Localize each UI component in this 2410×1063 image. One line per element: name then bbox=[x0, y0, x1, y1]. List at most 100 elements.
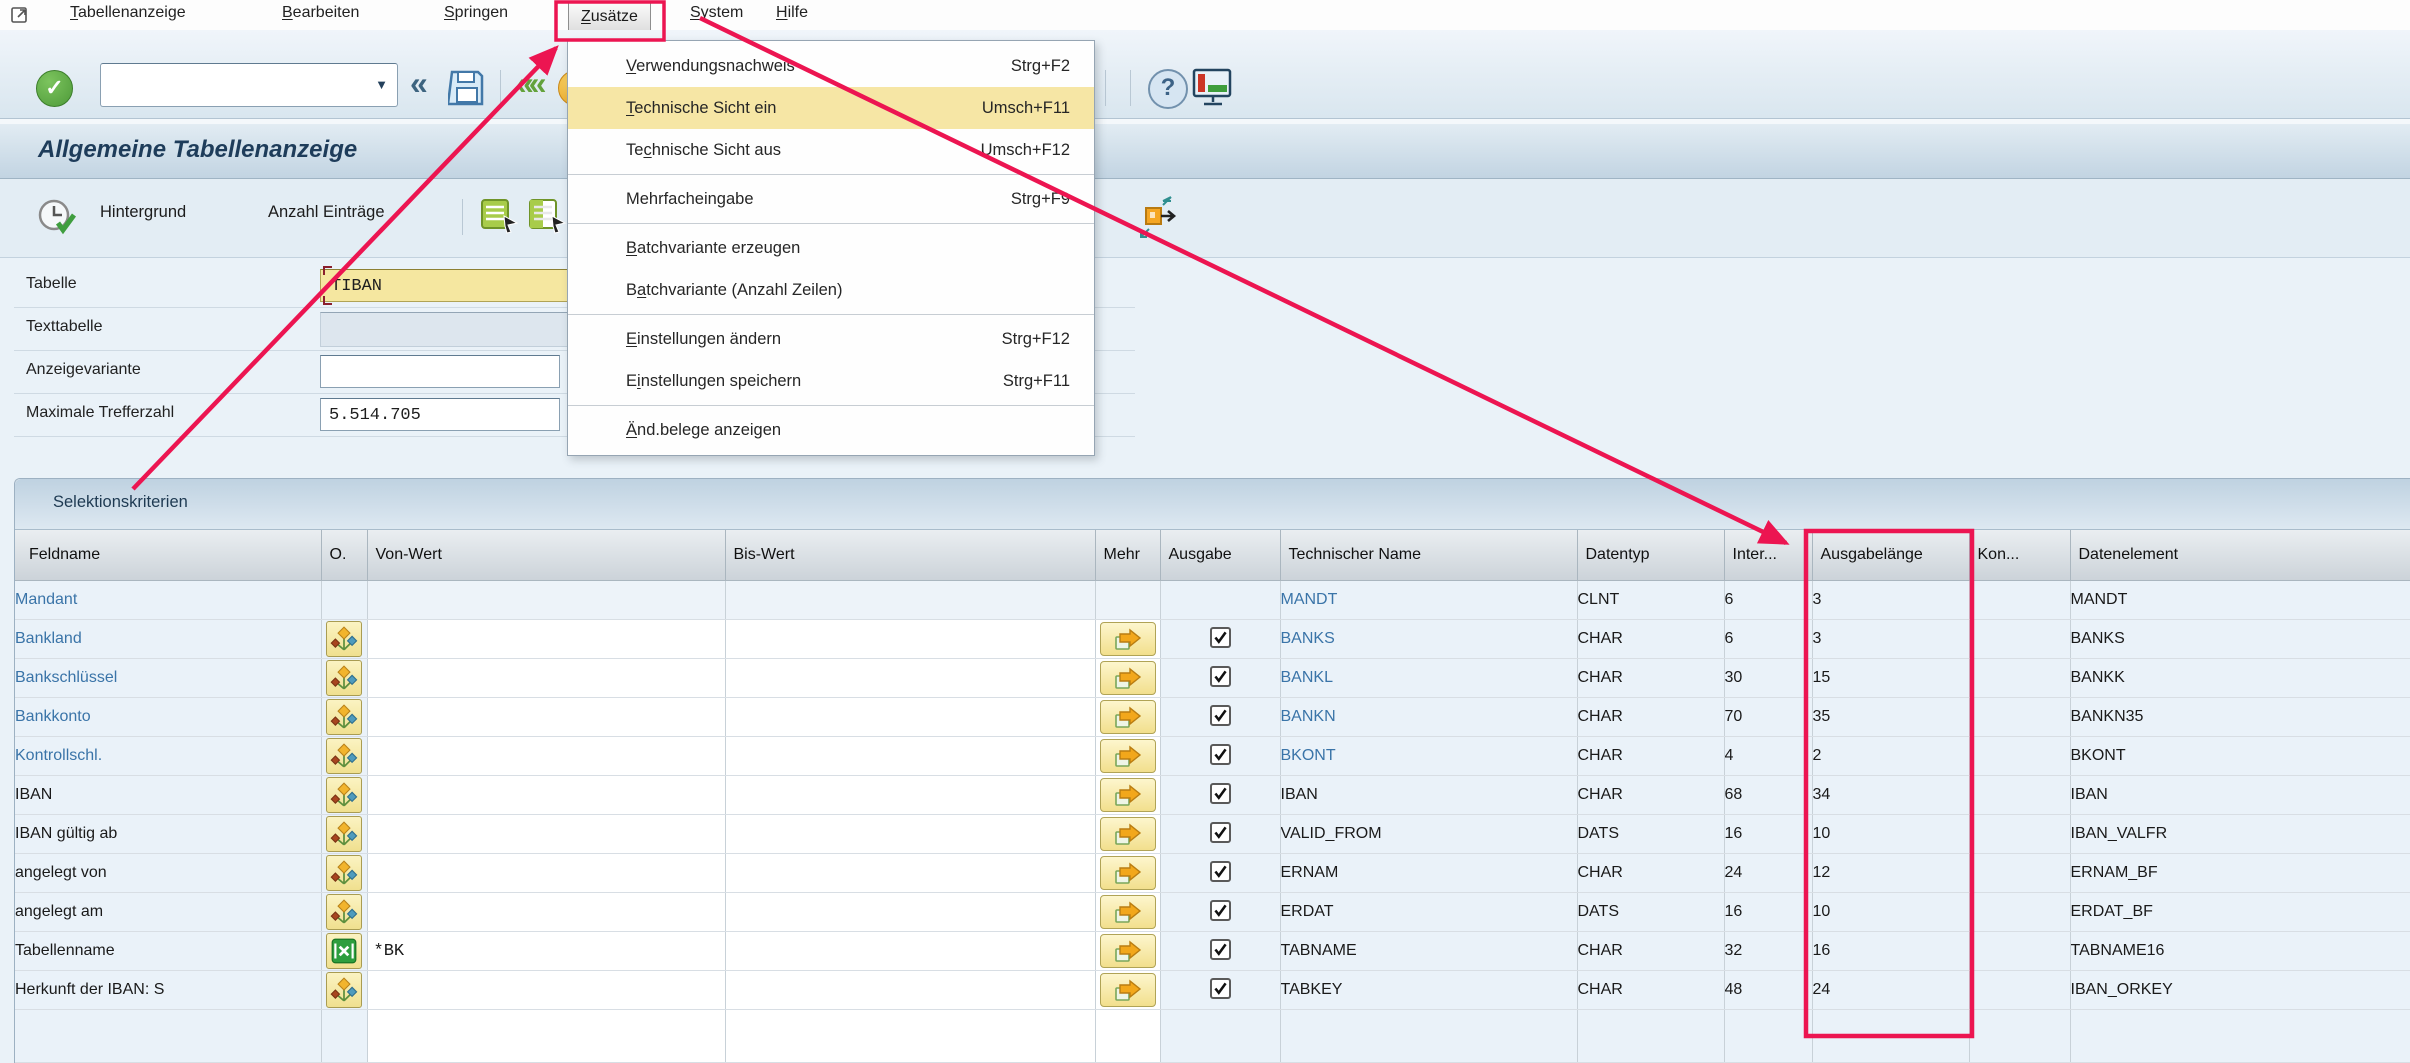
col-datentyp[interactable]: Datentyp bbox=[1577, 530, 1724, 581]
chevron-down-icon[interactable]: ▼ bbox=[375, 77, 388, 92]
bis-wert-cell[interactable] bbox=[725, 893, 1095, 932]
menu-item-batchvariante-anzahl-zeilen[interactable]: Batchvariante (Anzahl Zeilen) bbox=[568, 269, 1094, 311]
col-bis-wert[interactable]: Bis-Wert bbox=[725, 530, 1095, 581]
bis-wert-cell[interactable] bbox=[725, 932, 1095, 971]
ausgabe-checkbox[interactable] bbox=[1210, 822, 1231, 843]
ausgabe-checkbox[interactable] bbox=[1210, 861, 1231, 882]
menu-item-mehrfacheingabe[interactable]: MehrfacheingabeStrg+F9 bbox=[568, 178, 1094, 220]
menu-zusaetze[interactable]: Zusätze bbox=[568, 1, 651, 33]
menu-system[interactable]: System bbox=[690, 4, 743, 22]
menu-item-batchvariante-erzeugen[interactable]: Batchvariante erzeugen bbox=[568, 227, 1094, 269]
table-list-alt-icon[interactable] bbox=[528, 197, 568, 240]
col-interne-laenge[interactable]: Inter... bbox=[1724, 530, 1812, 581]
menu-bearbeiten[interactable]: Bearbeiten bbox=[282, 4, 359, 22]
mehr-button[interactable] bbox=[1100, 739, 1156, 773]
bis-wert-cell[interactable] bbox=[725, 698, 1095, 737]
selection-options-icon[interactable] bbox=[326, 660, 362, 696]
col-technischer-name[interactable]: Technischer Name bbox=[1280, 530, 1577, 581]
selection-options-icon[interactable] bbox=[326, 621, 362, 657]
technischer-name[interactable]: BANKL bbox=[1281, 669, 1333, 686]
col-konvertierung[interactable]: Kon... bbox=[1969, 530, 2070, 581]
anzeigevariante-field[interactable] bbox=[320, 355, 560, 388]
mehr-button[interactable] bbox=[1100, 700, 1156, 734]
menu-item-einstellungen-aendern[interactable]: Einstellungen ändernStrg+F12 bbox=[568, 318, 1094, 360]
anzahl-eintraege-button[interactable]: Anzahl Einträge bbox=[268, 203, 385, 222]
ausgabe-checkbox[interactable] bbox=[1210, 783, 1231, 804]
double-back-icon[interactable]: «« bbox=[516, 66, 542, 100]
menu-item-aend-belege-anzeigen[interactable]: Änd.belege anzeigen bbox=[568, 409, 1094, 451]
bis-wert-cell[interactable] bbox=[725, 620, 1095, 659]
tabelle-field[interactable]: TIBAN bbox=[320, 269, 573, 302]
mehr-button[interactable] bbox=[1100, 934, 1156, 968]
ausgabe-checkbox[interactable] bbox=[1210, 978, 1231, 999]
menu-item-technische-sicht-ein[interactable]: Technische Sicht einUmsch+F11 bbox=[568, 87, 1094, 129]
ausgabe-checkbox[interactable] bbox=[1210, 900, 1231, 921]
selection-options-icon[interactable] bbox=[326, 972, 362, 1008]
menu-tabellenanzeige[interactable]: Tabellenanzeige bbox=[70, 4, 186, 22]
mehr-button[interactable] bbox=[1100, 895, 1156, 929]
selection-options-icon[interactable] bbox=[326, 777, 362, 813]
col-mehr[interactable]: Mehr bbox=[1095, 530, 1160, 581]
mehr-button[interactable] bbox=[1100, 778, 1156, 812]
technischer-name[interactable]: MANDT bbox=[1281, 591, 1338, 608]
ausgabe-checkbox[interactable] bbox=[1210, 705, 1231, 726]
ausgabe-checkbox[interactable] bbox=[1210, 666, 1231, 687]
menu-item-einstellungen-speichern[interactable]: Einstellungen speichernStrg+F11 bbox=[568, 360, 1094, 402]
table-list-icon[interactable] bbox=[480, 197, 520, 240]
mehr-button[interactable] bbox=[1100, 856, 1156, 890]
bis-wert-cell[interactable] bbox=[725, 815, 1095, 854]
expand-icon[interactable] bbox=[1133, 195, 1179, 244]
technischer-name[interactable]: BANKN bbox=[1281, 708, 1336, 725]
new-session-monitor-icon[interactable] bbox=[1192, 68, 1234, 113]
feldname-label[interactable]: Kontrollschl. bbox=[15, 747, 102, 764]
selection-options-icon[interactable] bbox=[326, 855, 362, 891]
col-ausgabelaenge[interactable]: Ausgabelänge bbox=[1812, 530, 1969, 581]
exclude-option-icon[interactable] bbox=[326, 933, 362, 969]
feldname-label[interactable]: Bankkonto bbox=[15, 708, 91, 725]
selection-options-icon[interactable] bbox=[326, 738, 362, 774]
datentyp-value: CHAR bbox=[1577, 776, 1724, 815]
bis-wert-cell[interactable] bbox=[725, 659, 1095, 698]
col-option[interactable]: O. bbox=[321, 530, 367, 581]
interne-laenge-value: 6 bbox=[1724, 620, 1812, 659]
selection-options-icon[interactable] bbox=[326, 699, 362, 735]
mehr-button[interactable] bbox=[1100, 622, 1156, 656]
mehr-button[interactable] bbox=[1100, 661, 1156, 695]
hintergrund-button[interactable]: Hintergrund bbox=[100, 203, 186, 222]
menu-springen[interactable]: Springen bbox=[444, 4, 508, 22]
bis-wert-cell[interactable] bbox=[725, 581, 1095, 620]
ausgabelaenge-value: 16 bbox=[1812, 932, 1969, 971]
max-trefferzahl-field[interactable]: 5.514.705 bbox=[320, 398, 560, 431]
menu-item-verwendungsnachweis[interactable]: VerwendungsnachweisStrg+F2 bbox=[568, 45, 1094, 87]
feldname-label[interactable]: Bankschlüssel bbox=[15, 669, 117, 686]
help-icon[interactable]: ? bbox=[1148, 69, 1188, 109]
command-input[interactable] bbox=[105, 66, 367, 102]
bis-wert-cell[interactable] bbox=[725, 971, 1095, 1010]
technischer-name[interactable]: BANKS bbox=[1281, 630, 1335, 647]
page-title: Allgemeine Tabellenanzeige bbox=[38, 136, 357, 164]
menu-item-technische-sicht-aus[interactable]: Technische Sicht ausUmsch+F12 bbox=[568, 129, 1094, 171]
enter-check-icon[interactable]: ✓ bbox=[36, 70, 73, 107]
feldname-label[interactable]: Bankland bbox=[15, 630, 82, 647]
ausgabe-checkbox[interactable] bbox=[1210, 744, 1231, 765]
selection-options-icon[interactable] bbox=[326, 894, 362, 930]
technischer-name[interactable]: BKONT bbox=[1281, 747, 1336, 764]
feldname-label[interactable]: Mandant bbox=[15, 591, 77, 608]
col-feldname[interactable]: Feldname bbox=[15, 530, 321, 581]
save-icon[interactable] bbox=[448, 68, 486, 113]
col-von-wert[interactable]: Von-Wert bbox=[367, 530, 725, 581]
execute-clock-icon[interactable] bbox=[36, 197, 78, 244]
col-datenelement[interactable]: Datenelement bbox=[2070, 530, 2410, 581]
col-ausgabe[interactable]: Ausgabe bbox=[1160, 530, 1280, 581]
ausgabe-checkbox[interactable] bbox=[1210, 627, 1231, 648]
command-field[interactable]: ▼ bbox=[100, 63, 398, 107]
bis-wert-cell[interactable] bbox=[725, 776, 1095, 815]
menu-hilfe[interactable]: Hilfe bbox=[776, 4, 808, 22]
bis-wert-cell[interactable] bbox=[725, 854, 1095, 893]
mehr-button[interactable] bbox=[1100, 817, 1156, 851]
back-icon[interactable]: « bbox=[410, 66, 428, 100]
mehr-button[interactable] bbox=[1100, 973, 1156, 1007]
selection-options-icon[interactable] bbox=[326, 816, 362, 852]
ausgabe-checkbox[interactable] bbox=[1210, 939, 1231, 960]
bis-wert-cell[interactable] bbox=[725, 737, 1095, 776]
